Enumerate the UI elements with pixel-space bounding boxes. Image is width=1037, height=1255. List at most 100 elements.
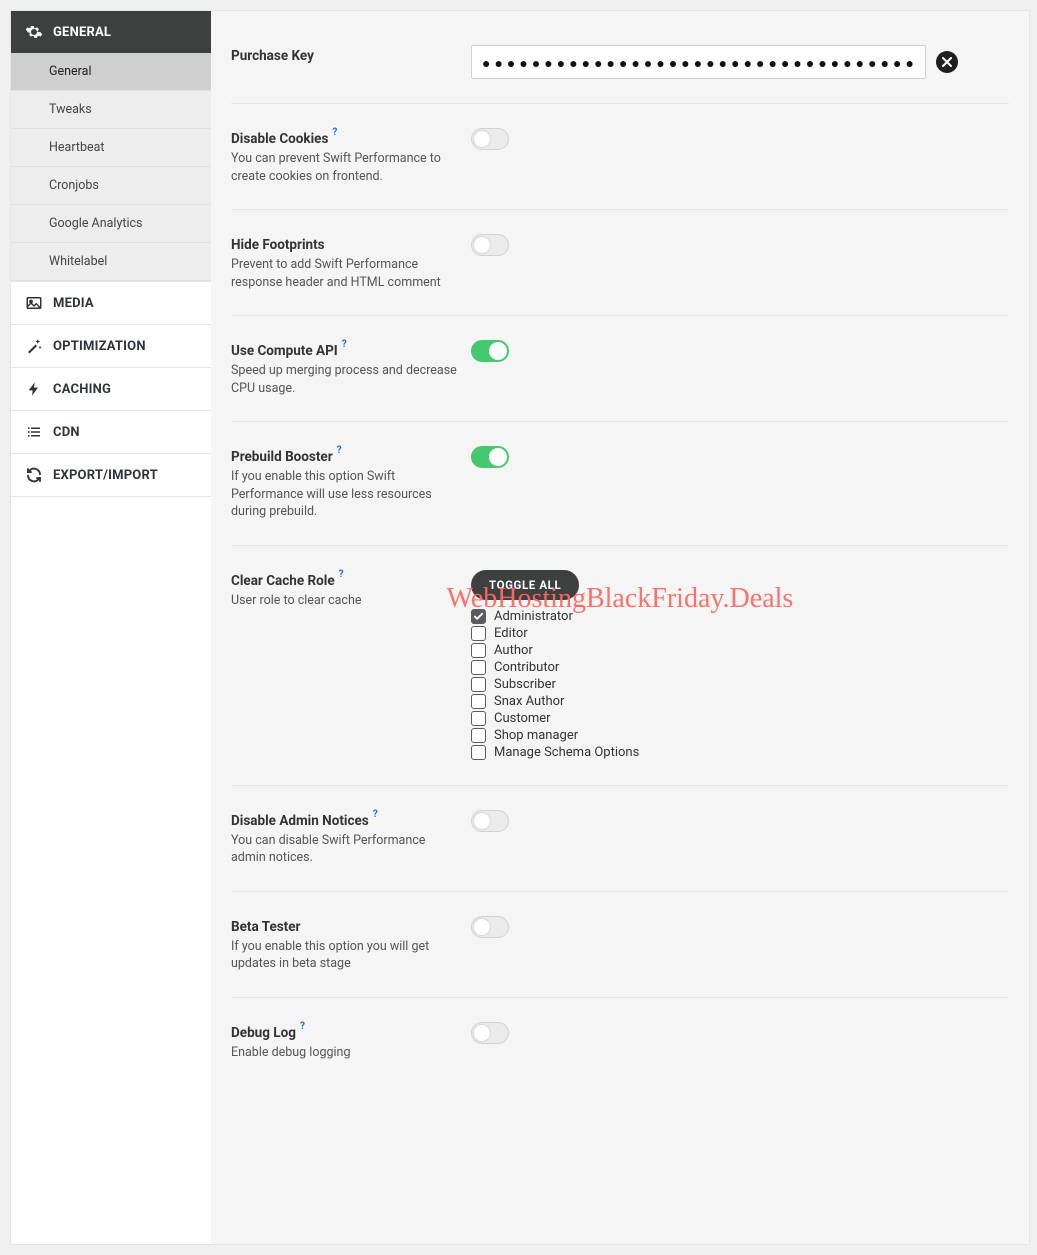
toggle-knob [473,130,491,148]
sidebar-item-general-sub[interactable]: General [11,53,211,91]
role-label: Administrator [494,609,573,624]
close-icon [942,57,952,67]
role-option[interactable]: Shop manager [471,727,1009,744]
help-icon[interactable]: ? [339,569,344,580]
subnav-general: GeneralTweaksHeartbeatCronjobsGoogle Ana… [11,53,211,281]
list-icon [25,423,43,441]
nav-section-label: GENERAL [53,25,111,40]
role-label: Shop manager [494,728,578,743]
debug-log-description: Enable debug logging [231,1044,459,1062]
row-disable-admin-notices: Disable Admin Notices? You can disable Sw… [231,786,1009,892]
row-clear-cache-role: Clear Cache Role? User role to clear cach… [231,546,1009,786]
row-disable-cookies: Disable Cookies?You can prevent Swift Pe… [231,104,1009,210]
role-option[interactable]: Snax Author [471,693,1009,710]
nav-section-caching[interactable]: CACHING [11,367,211,410]
clear-cache-role-description: User role to clear cache [231,592,459,610]
toggle-knob [473,236,491,254]
sidebar: GENERAL GeneralTweaksHeartbeatCronjobsGoo… [11,11,211,1244]
toggle-knob [473,812,491,830]
checkbox[interactable] [471,677,486,692]
wand-icon [25,337,43,355]
role-label: Customer [494,711,551,726]
checkbox[interactable] [471,626,486,641]
checkbox[interactable] [471,728,486,743]
toggle-knob [473,1024,491,1042]
prebuild-booster-label: Prebuild Booster? [231,449,340,465]
gear-icon [25,23,43,41]
sidebar-item-heartbeat[interactable]: Heartbeat [11,129,211,167]
clear-purchase-key-button[interactable] [936,51,958,73]
nav-section-media[interactable]: MEDIA [11,281,211,324]
toggle-all-button[interactable]: TOGGLE ALL [471,570,579,600]
refresh-icon [25,466,43,484]
role-option[interactable]: Manage Schema Options [471,744,1009,761]
bolt-icon [25,380,43,398]
settings-panel: Purchase Key ●●●●●●●●●●●●●●●●●●●●●●●●●●●… [211,11,1029,1244]
toggle-knob [473,918,491,936]
use-compute-api-description: Speed up merging process and decrease CP… [231,362,459,397]
checkbox[interactable] [471,711,486,726]
prebuild-booster-toggle[interactable] [471,446,509,468]
role-option[interactable]: Administrator [471,608,1009,625]
role-label: Editor [494,626,528,641]
row-debug-log: Debug Log? Enable debug logging [231,998,1009,1086]
row-use-compute-api: Use Compute API?Speed up merging process… [231,316,1009,422]
role-label: Snax Author [494,694,564,709]
debug-log-toggle[interactable] [471,1022,509,1044]
hide-footprints-label: Hide Footprints [231,237,325,253]
help-icon[interactable]: ? [337,445,342,456]
nav-section-label: MEDIA [53,296,94,311]
disable-admin-notices-toggle[interactable] [471,810,509,832]
nav-section-label: OPTIMIZATION [53,339,146,354]
nav-section-export-import[interactable]: EXPORT/IMPORT [11,453,211,497]
disable-admin-notices-label: Disable Admin Notices? [231,813,376,829]
purchase-key-mask: ●●●●●●●●●●●●●●●●●●●●●●●●●●●●●●●●●●● [482,55,918,71]
role-option[interactable]: Customer [471,710,1009,727]
row-hide-footprints: Hide FootprintsPrevent to add Swift Perf… [231,210,1009,316]
role-label: Contributor [494,660,559,675]
sidebar-item-cronjobs[interactable]: Cronjobs [11,167,211,205]
role-label: Manage Schema Options [494,745,639,760]
help-icon[interactable]: ? [332,127,337,138]
nav-section-label: EXPORT/IMPORT [53,468,158,483]
debug-log-label: Debug Log? [231,1025,303,1041]
beta-tester-toggle[interactable] [471,916,509,938]
role-label: Subscriber [494,677,556,692]
toggle-knob [489,342,507,360]
role-label: Author [494,643,533,658]
row-purchase-key: Purchase Key ●●●●●●●●●●●●●●●●●●●●●●●●●●●… [231,21,1009,104]
checkbox[interactable] [471,660,486,675]
role-option[interactable]: Contributor [471,659,1009,676]
sidebar-item-google-analytics[interactable]: Google Analytics [11,205,211,243]
role-checklist: Administrator Editor Author Contributor Subs… [471,608,1009,761]
sidebar-item-whitelabel[interactable]: Whitelabel [11,243,211,281]
disable-cookies-label: Disable Cookies? [231,131,335,147]
hide-footprints-toggle[interactable] [471,234,509,256]
nav-section-general[interactable]: GENERAL [11,11,211,53]
role-option[interactable]: Editor [471,625,1009,642]
help-icon[interactable]: ? [342,339,347,350]
purchase-key-input[interactable]: ●●●●●●●●●●●●●●●●●●●●●●●●●●●●●●●●●●● [471,45,926,79]
checkbox[interactable] [471,694,486,709]
help-icon[interactable]: ? [373,809,378,820]
beta-tester-label: Beta Tester [231,919,301,935]
nav-section-label: CACHING [53,382,111,397]
nav-section-optimization[interactable]: OPTIMIZATION [11,324,211,367]
nav-section-cdn[interactable]: CDN [11,410,211,453]
sidebar-item-tweaks[interactable]: Tweaks [11,91,211,129]
use-compute-api-toggle[interactable] [471,340,509,362]
disable-admin-notices-description: You can disable Swift Performance admin … [231,832,459,867]
role-option[interactable]: Subscriber [471,676,1009,693]
help-icon[interactable]: ? [300,1021,305,1032]
checkbox[interactable] [471,643,486,658]
toggle-knob [489,448,507,466]
app-frame: GENERAL GeneralTweaksHeartbeatCronjobsGoo… [10,10,1030,1245]
role-option[interactable]: Author [471,642,1009,659]
checkbox[interactable] [471,609,486,624]
checkbox[interactable] [471,745,486,760]
disable-cookies-toggle[interactable] [471,128,509,150]
purchase-key-label: Purchase Key [231,48,314,64]
row-prebuild-booster: Prebuild Booster?If you enable this opti… [231,422,1009,546]
nav-section-label: CDN [53,425,80,440]
clear-cache-role-label: Clear Cache Role? [231,573,342,589]
